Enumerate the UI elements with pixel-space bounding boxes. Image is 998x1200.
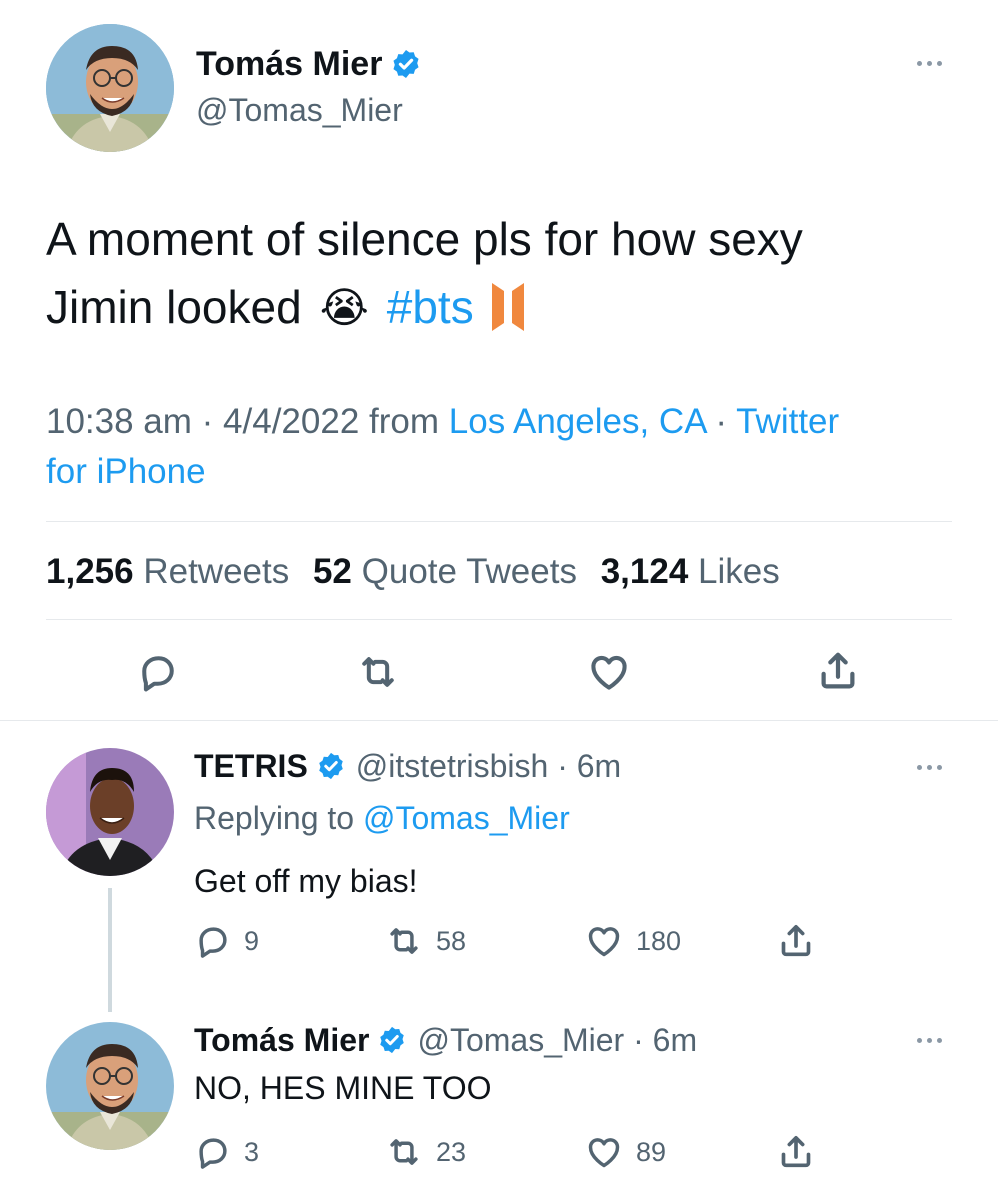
reply1-share-icon[interactable] (776, 921, 816, 961)
tweet-meta-line1: 10:38 am · 4/4/2022 from Los Angeles, CA… (46, 402, 840, 441)
reply2-time[interactable]: 6m (653, 1022, 697, 1059)
reply2-like-count: 89 (636, 1136, 667, 1167)
verified-badge-icon (380, 1026, 405, 1054)
retweet-icon[interactable] (384, 922, 424, 960)
reply2-author-avatar[interactable] (46, 1022, 174, 1150)
likes-stat[interactable]: 3,124 Likes (601, 552, 780, 591)
reply1-more-icon[interactable] (917, 765, 942, 770)
replying-to-label: Replying to (194, 800, 355, 836)
like-icon[interactable] (586, 650, 632, 694)
reply1-author-name[interactable]: TETRIS (194, 748, 308, 785)
like-icon[interactable] (584, 922, 624, 960)
reply1-replying-to: Replying to @Tomas_Mier (194, 800, 570, 837)
reply2-retweet-action[interactable]: 23 (384, 1133, 466, 1171)
retweets-stat[interactable]: 1,256 Retweets (46, 552, 289, 591)
reply2-retweet-count: 23 (436, 1136, 467, 1167)
main-tweet-text-line1: A moment of silence pls for how sexy (46, 213, 803, 265)
reply1-time[interactable]: 6m (577, 748, 621, 785)
divider-main-tweet (0, 720, 998, 721)
main-tweet-text-line2: Jimin looked 😭 #bts (46, 280, 526, 334)
reply2-reply-count: 3 (244, 1136, 260, 1167)
source-link-part1[interactable]: Twitter (736, 402, 839, 441)
reply2-handle[interactable]: @Tomas_Mier (417, 1022, 624, 1059)
reply1-retweet-count: 58 (436, 925, 467, 956)
main-author-name-row[interactable]: Tomás Mier (196, 44, 422, 84)
reply1-header: TETRIS @itstetrisbish · 6m (194, 747, 622, 785)
from-label: from (369, 402, 440, 441)
main-tweet-text-prefix: Jimin looked (46, 281, 302, 333)
reply2-share-icon[interactable] (776, 1132, 816, 1172)
hashtag-link[interactable]: #bts (387, 280, 474, 334)
reply2-reply-action[interactable]: 3 (194, 1133, 259, 1171)
replying-to-link[interactable]: @Tomas_Mier (363, 800, 570, 836)
thread-connector-line (108, 888, 112, 1012)
source-link-part2[interactable]: for iPhone (46, 452, 206, 492)
divider-bottom-stats (46, 619, 952, 620)
reply-icon[interactable] (194, 1133, 232, 1171)
verified-badge-icon (393, 50, 419, 78)
main-author-avatar[interactable] (46, 24, 174, 152)
reply1-text: Get off my bias! (194, 863, 418, 899)
divider-top-stats (46, 521, 952, 522)
reply2-like-action[interactable]: 89 (584, 1133, 666, 1171)
reply1-like-count: 180 (636, 925, 682, 956)
retweet-icon[interactable] (384, 1133, 424, 1171)
reply-icon[interactable] (136, 650, 180, 694)
location-link[interactable]: Los Angeles, CA (449, 402, 706, 441)
reply2-author-name[interactable]: Tomás Mier (194, 1022, 369, 1059)
like-icon[interactable] (584, 1133, 624, 1171)
share-icon[interactable] (815, 648, 861, 694)
reply1-reply-action[interactable]: 9 (194, 922, 259, 960)
reply1-like-action[interactable]: 180 (584, 922, 681, 960)
tweet-time[interactable]: 10:38 am (46, 402, 192, 441)
crying-emoji: 😭 (319, 283, 369, 331)
quotes-stat[interactable]: 52 Quote Tweets (313, 552, 577, 591)
tweet-date[interactable]: 4/4/2022 (223, 402, 359, 441)
reply2-header: Tomás Mier @Tomas_Mier · 6m (194, 1021, 698, 1059)
verified-badge-icon (319, 752, 343, 780)
retweet-icon[interactable] (355, 650, 401, 694)
main-more-icon[interactable] (917, 61, 942, 66)
reply1-retweet-action[interactable]: 58 (384, 922, 466, 960)
reply1-author-avatar[interactable] (46, 748, 174, 876)
reply1-reply-count: 9 (244, 925, 260, 956)
reply2-text: NO, HES MINE TOO (194, 1070, 492, 1106)
engagement-stats: 1,256 Retweets 52 Quote Tweets 3,124 Lik… (46, 552, 780, 592)
reply-icon[interactable] (194, 922, 232, 960)
reply2-more-icon[interactable] (917, 1038, 942, 1043)
bts-logo-icon (491, 283, 524, 331)
main-author-name[interactable]: Tomás Mier (196, 45, 382, 84)
main-author-handle[interactable]: @Tomas_Mier (196, 92, 403, 129)
reply1-handle[interactable]: @itstetrisbish (356, 748, 549, 785)
